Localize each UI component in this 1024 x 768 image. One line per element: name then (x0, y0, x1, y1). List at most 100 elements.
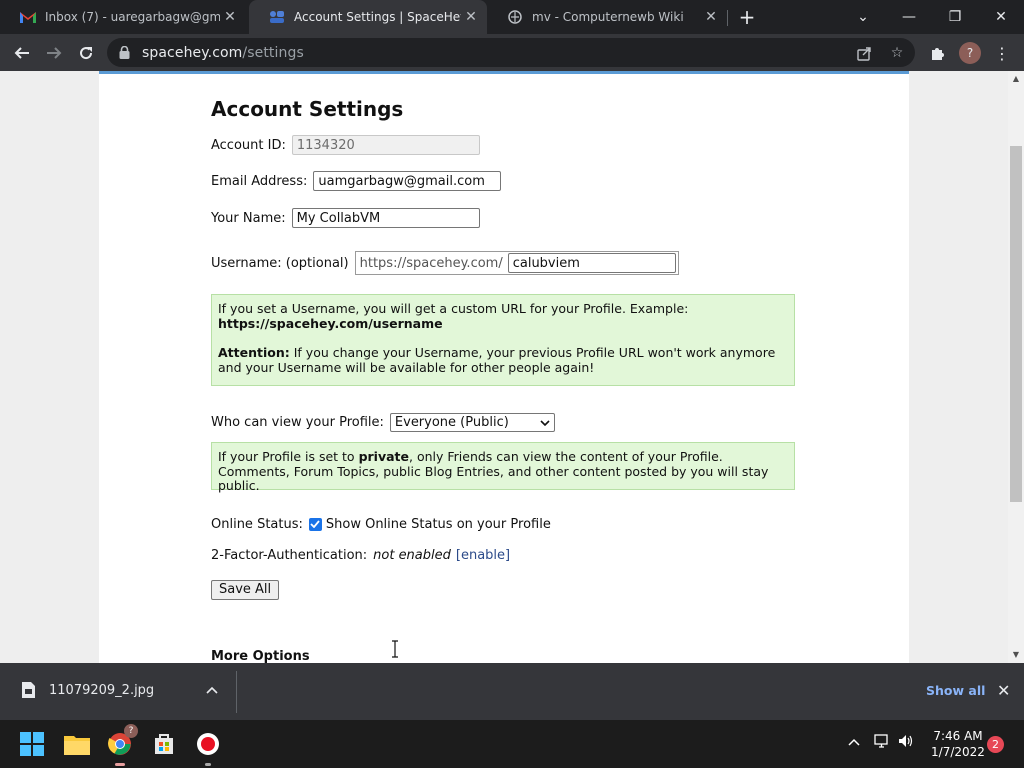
privacy-select[interactable]: Everyone (Public) (389, 412, 555, 432)
windows-start-icon[interactable] (16, 728, 48, 760)
settings-page: Account Settings Account ID: Email Addre… (99, 71, 909, 663)
tab-divider (727, 10, 728, 26)
url-path: /settings (242, 44, 304, 61)
spacehey-icon (269, 9, 285, 25)
forward-arrow-icon (47, 47, 62, 59)
url-host: spacehey.com (142, 44, 243, 61)
name-row: Your Name: (211, 207, 480, 229)
attention-paragraph: Attention: If you change your Username, … (218, 345, 788, 375)
chrome-profile-badge: ? (124, 724, 138, 738)
name-field[interactable] (291, 208, 480, 228)
more-options-heading: More Options (211, 648, 310, 664)
close-tab-icon[interactable]: ✕ (701, 7, 721, 27)
tab-title: Account Settings | SpaceHey (294, 10, 461, 24)
reload-button[interactable] (72, 39, 100, 67)
shelf-divider (236, 671, 237, 713)
system-clock[interactable]: 7:46 AM 1/7/2022 (930, 728, 986, 760)
online-status-label: Online Status: (211, 516, 303, 532)
screen-recorder-icon[interactable] (192, 728, 224, 766)
username-field[interactable] (507, 253, 676, 273)
online-status-row: Online Status: Show Online Status on you… (211, 513, 551, 535)
text-cursor-icon (391, 640, 399, 658)
share-icon[interactable] (855, 44, 873, 62)
url-text: spacehey.com/settings (142, 45, 304, 61)
username-info-box: If you set a Username, you will get a cu… (211, 294, 795, 386)
close-shelf-icon[interactable]: ✕ (997, 681, 1010, 700)
chevron-up-icon[interactable] (206, 683, 218, 697)
email-label: Email Address: (211, 173, 308, 189)
tab-search-button[interactable]: ⌄ (840, 0, 886, 34)
lock-icon[interactable] (119, 46, 131, 60)
volume-icon[interactable] (898, 734, 914, 752)
network-icon[interactable] (874, 734, 890, 752)
tfa-row: 2-Factor-Authentication: not enabled [en… (211, 544, 510, 566)
close-tab-icon[interactable]: ✕ (461, 7, 481, 27)
vertical-scrollbar[interactable]: ▲ ▼ (1008, 71, 1024, 663)
account-id-label: Account ID: (211, 137, 286, 153)
tfa-status: not enabled (373, 547, 451, 563)
online-status-checkbox[interactable] (308, 517, 322, 531)
name-label: Your Name: (211, 210, 286, 226)
forward-button[interactable] (40, 39, 68, 67)
running-app-indicator (205, 763, 211, 766)
username-prefix: https://spacehey.com/ (359, 255, 503, 271)
reload-icon (80, 47, 93, 60)
file-explorer-icon[interactable] (61, 728, 93, 760)
download-shelf: 11079209_2.jpg Show all ✕ (0, 663, 1024, 720)
scroll-up-arrow-icon[interactable]: ▲ (1012, 75, 1020, 83)
back-arrow-icon (14, 47, 29, 59)
wiki-icon (507, 9, 523, 25)
save-all-button[interactable]: Save All (211, 580, 280, 600)
file-icon (22, 682, 35, 698)
privacy-row: Who can view your Profile: Everyone (Pub… (211, 411, 555, 433)
tab-gmail[interactable]: Inbox (7) - uaregarbagw@gmail.c ✕ (0, 0, 246, 34)
chevron-up-tray-icon[interactable] (848, 734, 860, 750)
minimize-button[interactable]: — (886, 0, 932, 34)
windows-taskbar: ? 7:46 AM 1/7/2022 2 (0, 720, 1024, 768)
kebab-menu-icon[interactable]: ⋮ (992, 43, 1012, 63)
new-tab-button[interactable]: + (737, 7, 757, 27)
tfa-enable-link[interactable]: [enable] (456, 548, 510, 563)
active-app-indicator (115, 763, 125, 766)
notification-badge[interactable]: 2 (987, 736, 1004, 753)
chevron-down-icon (540, 415, 550, 430)
clock-time: 7:46 AM (933, 729, 983, 743)
profile-avatar[interactable]: ? (959, 42, 981, 64)
restore-button[interactable]: ❐ (932, 0, 978, 34)
privacy-select-value: Everyone (Public) (394, 414, 509, 430)
username-row: Username: (optional) https://spacehey.co… (211, 251, 679, 275)
accent-bar (99, 71, 909, 74)
back-button[interactable] (8, 39, 36, 67)
online-status-checkbox-label[interactable]: Show Online Status on your Profile (326, 517, 551, 532)
page-viewport: Account Settings Account ID: Email Addre… (0, 71, 1008, 663)
address-bar[interactable]: spacehey.com/settings ☆ (107, 38, 915, 67)
scroll-down-arrow-icon[interactable]: ▼ (1012, 651, 1020, 659)
email-field[interactable] (313, 171, 502, 191)
tab-spacehey[interactable]: Account Settings | SpaceHey ✕ (249, 0, 487, 34)
close-window-button[interactable]: ✕ (978, 0, 1024, 34)
email-row: Email Address: (211, 170, 502, 192)
username-info-example: https://spacehey.com/username (218, 315, 443, 331)
privacy-info-box: If your Profile is set to private, only … (211, 442, 795, 493)
chrome-icon[interactable]: ? (104, 724, 138, 766)
username-label: Username: (optional) (211, 255, 349, 271)
checkmark-icon (310, 520, 321, 528)
browser-toolbar: spacehey.com/settings ☆ ? ⋮ (0, 34, 1024, 71)
extensions-puzzle-icon[interactable] (928, 43, 948, 63)
microsoft-store-icon[interactable] (148, 728, 180, 760)
save-row: Save All (211, 579, 280, 601)
scrollbar-thumb[interactable] (1010, 146, 1022, 502)
attention-label: Attention: (218, 345, 290, 360)
download-item[interactable]: 11079209_2.jpg (22, 682, 154, 698)
account-id-field (291, 135, 480, 155)
show-all-downloads-link[interactable]: Show all (926, 683, 985, 698)
gmail-icon (20, 9, 36, 25)
tab-wiki[interactable]: mv - Computernewb Wiki ✕ (487, 0, 727, 34)
account-id-row: Account ID: (211, 134, 480, 156)
privacy-label: Who can view your Profile: (211, 414, 384, 430)
page-title: Account Settings (211, 97, 404, 121)
bookmark-star-icon[interactable]: ☆ (888, 44, 906, 62)
attention-text: If you change your Username, your previo… (218, 345, 776, 375)
close-tab-icon[interactable]: ✕ (220, 7, 240, 27)
clock-date: 1/7/2022 (931, 745, 985, 759)
